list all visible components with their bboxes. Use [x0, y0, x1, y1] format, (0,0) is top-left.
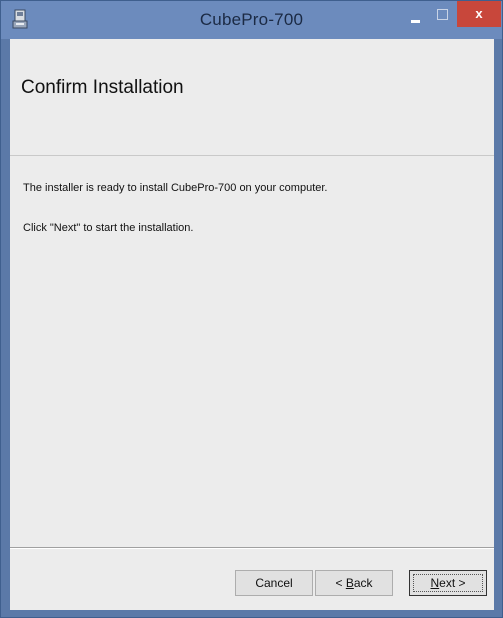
dialog-client-area: Confirm Installation The installer is re…	[10, 39, 494, 610]
next-button-label: ext >	[439, 576, 466, 590]
back-button-prefix: <	[335, 576, 346, 590]
back-button-label: ack	[353, 576, 373, 590]
ready-message: The installer is ready to install CubePr…	[23, 182, 328, 194]
page-title: Confirm Installation	[21, 77, 184, 98]
back-button-accelerator: B	[345, 576, 354, 590]
next-button-accelerator: N	[430, 576, 440, 590]
close-icon[interactable]: x	[457, 1, 501, 27]
cancel-button[interactable]: Cancel	[235, 570, 313, 596]
next-instruction: Click "Next" to start the installation.	[23, 222, 194, 234]
installer-window: CubePro-700 x Confirm Installation The i…	[0, 0, 503, 618]
title-bar[interactable]: CubePro-700 x	[1, 1, 502, 39]
next-button[interactable]: Next >	[409, 570, 487, 596]
back-button[interactable]: < Back	[315, 570, 393, 596]
header-band: Confirm Installation	[10, 39, 494, 156]
minimize-icon[interactable]	[403, 7, 429, 29]
footer-separator	[10, 547, 494, 549]
maximize-icon[interactable]	[429, 7, 455, 29]
